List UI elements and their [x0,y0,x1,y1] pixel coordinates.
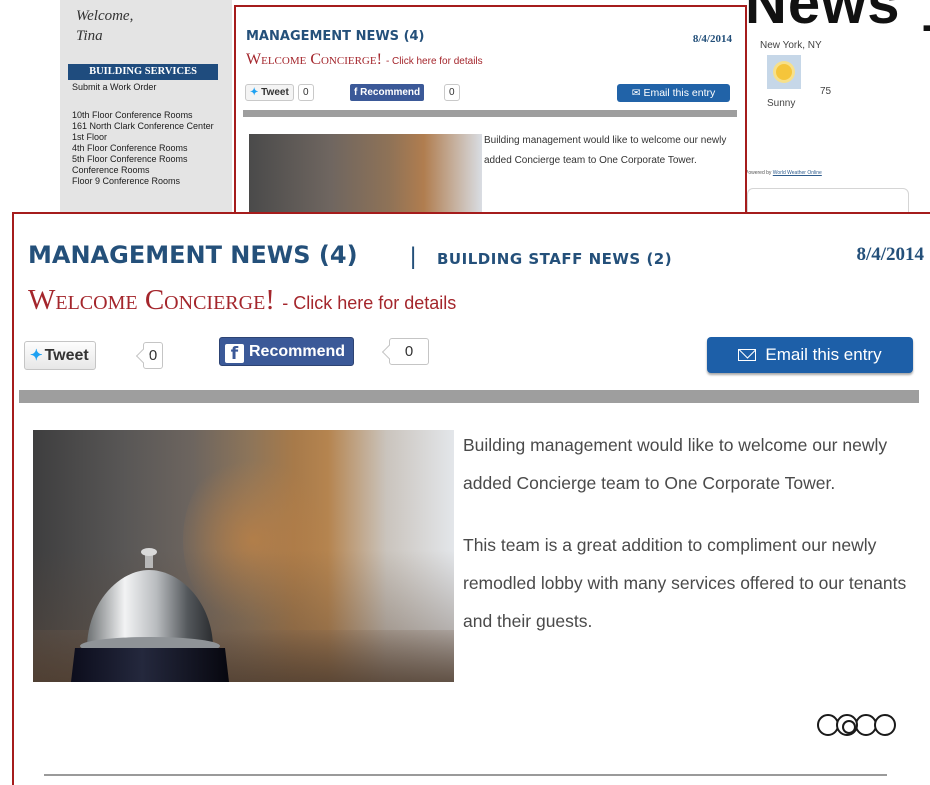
weather-credit-prefix: Powered by [745,170,772,176]
news-headline-text[interactable]: Welcome Concierge! [246,51,382,68]
welcome-text: Welcome, [76,8,134,24]
welcome-greeting: Welcome, Tina [76,6,133,46]
service-bell-icon [71,548,229,682]
pager-dot[interactable] [874,714,896,736]
sidebar-link[interactable]: Floor 9 Conference Rooms [72,176,180,186]
news-paragraph-1: Building management would like to welcom… [463,435,888,493]
concierge-bell-photo [249,134,482,215]
concierge-bell-photo [33,430,454,682]
email-label: Email this entry [765,345,882,364]
news-headline[interactable]: Welcome Concierge! - Click here for deta… [28,284,456,317]
screenshot-stage: Welcome, Tina BUILDING SERVICES Submit a… [0,0,930,785]
email-label: Email this entry [643,87,716,99]
news-date: 8/4/2014 [692,33,732,45]
sidebar-link[interactable]: 10th Floor Conference Rooms [72,110,193,120]
weather-temperature: 75 [820,86,832,97]
news-pager [817,714,896,736]
news-headline-text[interactable]: Welcome Concierge! [28,284,275,316]
sidebar-link[interactable]: 4th Floor Conference Rooms [72,143,188,153]
weather-credit: Powered by World Weather Online [745,170,822,176]
news-tab-management[interactable]: MANAGEMENT NEWS (4) [246,29,425,44]
recommend-count: 0 [444,84,460,101]
pager-dot-active[interactable] [836,714,858,736]
sidebar-link[interactable]: Conference Rooms [72,165,150,175]
recommend-label: Recommend [360,87,421,98]
twitter-bird-icon: ✦ [250,87,259,98]
twitter-bird-icon: ✦ [30,347,43,364]
sidebar-link[interactable]: 161 North Clark Conference Center [72,121,214,131]
tweet-button[interactable]: ✦ Tweet [24,341,96,370]
page-heading: News [745,0,901,36]
weather-city: New York, NY [760,40,822,51]
tweet-label: Tweet [44,347,89,364]
recommend-button[interactable]: f Recommend [350,84,425,101]
email-entry-button[interactable]: ✉ Email this entry [617,84,730,102]
weather-credit-link[interactable]: World Weather Online [773,170,822,176]
news-panel-zoomed: MANAGEMENT NEWS (4) | BUILDING STAFF NEW… [12,212,930,785]
background-page: Welcome, Tina BUILDING SERVICES Submit a… [60,0,930,215]
weather-condition: Sunny [767,98,796,109]
email-entry-button[interactable]: Email this entry [707,337,913,373]
news-tab-building-staff[interactable]: BUILDING STAFF NEWS (2) [437,250,672,268]
user-name: Tina [76,28,103,44]
sidebar: Welcome, Tina BUILDING SERVICES Submit a… [60,0,232,215]
recommend-button[interactable]: f Recommend [219,337,355,366]
tweet-label: Tweet [261,87,289,98]
tab-separator: | [410,243,417,270]
tweet-count: 0 [298,84,314,101]
sidebar-link[interactable]: 5th Floor Conference Rooms [72,154,188,164]
news-body: Building management would like to welcom… [484,135,727,166]
tweet-button[interactable]: ✦ Tweet [245,84,294,101]
divider-bar [243,110,737,117]
section-divider [44,774,887,776]
recommend-label: Recommend [249,343,346,360]
recommend-count: 0 [389,338,429,365]
details-link[interactable]: - Click here for details [282,293,456,313]
building-services-header: BUILDING SERVICES [68,64,218,80]
envelope-icon [738,349,757,361]
envelope-icon: ✉ [631,87,641,99]
sidebar-link[interactable]: 1st Floor [72,132,107,142]
divider-bar [19,390,919,403]
details-link[interactable]: - Click here for details [386,56,483,67]
sidebar-link-work-order[interactable]: Submit a Work Order [72,82,156,92]
news-headline[interactable]: Welcome Concierge! - Click here for deta… [246,51,483,69]
tweet-count: 0 [143,342,163,369]
news-panel-small: MANAGEMENT NEWS (4) 8/4/2014 Welcome Con… [234,5,747,215]
news-paragraph-2: This team is a great addition to complim… [463,535,907,631]
news-date: 8/4/2014 [856,244,924,265]
sidebar-box [747,188,909,215]
page-heading-fragment: T [923,14,930,72]
facebook-icon: f [354,87,358,98]
facebook-icon: f [225,344,244,364]
news-tab-management[interactable]: MANAGEMENT NEWS (4) [28,241,358,269]
news-body: Building management would like to welcom… [463,426,930,640]
weather-sunny-icon [767,55,801,89]
